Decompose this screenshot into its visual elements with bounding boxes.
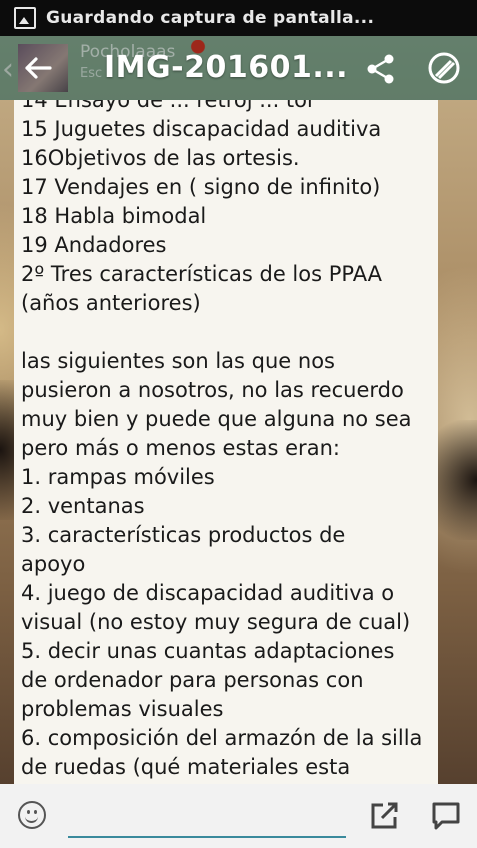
message-line: 3. características productos de <box>21 523 346 547</box>
message-input[interactable] <box>68 798 346 838</box>
message-line: de ordenador para personas con <box>21 668 364 692</box>
emoji-icon[interactable] <box>18 801 46 829</box>
image-title: IMG-201601... <box>104 50 349 85</box>
message-line: pero más o menos estas eran: <box>21 436 340 460</box>
message-line: 19 Andadores <box>21 233 167 257</box>
message-text: 14 Ensayo de ... retroj ... tor 15 Juguet… <box>21 100 435 782</box>
screenshot-icon <box>14 7 36 29</box>
message-line <box>21 318 435 347</box>
message-line: 1. rampas móviles <box>21 465 215 489</box>
message-line: apoyo <box>21 552 86 576</box>
message-bubble: 14 Ensayo de ... retroj ... tor 15 Juguet… <box>14 100 438 784</box>
edit-icon[interactable] <box>426 50 462 86</box>
image-viewer-action-bar: IMG-201601... <box>0 36 477 100</box>
message-line: problemas visuales <box>21 697 224 721</box>
status-bar: Guardando captura de pantalla... <box>0 0 477 36</box>
message-line: 6. composición del armazón de la silla <box>21 726 423 750</box>
message-input-bar <box>0 784 477 848</box>
message-line: 2º Tres características de los PPAA <box>21 262 383 286</box>
status-notification-text: Guardando captura de pantalla... <box>46 8 375 28</box>
message-line: pusieron a nosotros, no las recuerdo <box>21 378 404 402</box>
reply-bubble-icon[interactable] <box>430 800 462 832</box>
share-icon[interactable] <box>364 52 398 86</box>
message-line: 2. ventanas <box>21 494 145 518</box>
message-line: muy bien y puede que alguna no sea <box>21 407 412 431</box>
message-line: de ruedas (qué materiales esta <box>21 755 351 779</box>
message-line: 4. juego de discapacidad auditiva o <box>21 581 395 605</box>
message-line: 15 Juguetes discapacidad auditiva <box>21 117 382 141</box>
edit-square-icon[interactable] <box>368 800 400 832</box>
message-line: visual (no estoy muy segura de cual) <box>21 610 411 634</box>
message-line: (años anteriores) <box>21 291 201 315</box>
message-line: 18 Habla bimodal <box>21 204 207 228</box>
message-line: 16Objetivos de las ortesis. <box>21 146 300 170</box>
back-arrow-icon[interactable] <box>22 56 52 80</box>
message-line: 14 Ensayo de ... retroj ... tor <box>21 100 316 112</box>
message-line: 5. decir unas cuantas adaptaciones <box>21 639 395 663</box>
message-line: las siguientes son las que nos <box>21 349 335 373</box>
message-line: 17 Vendajes en ( signo de infinito) <box>21 175 381 199</box>
